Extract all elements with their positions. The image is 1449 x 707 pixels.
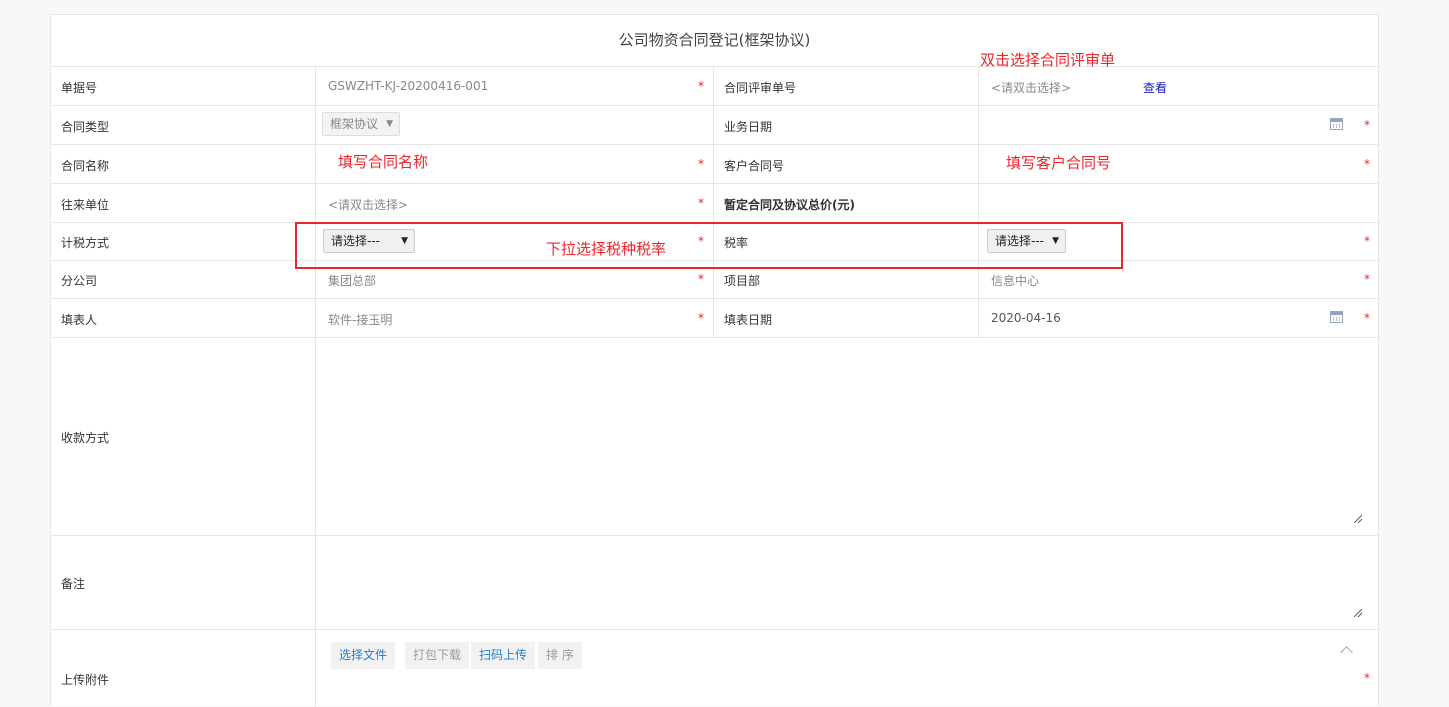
column-divider [978,66,979,337]
required-mark: * [698,157,704,171]
required-mark: * [1364,311,1370,325]
required-mark: * [1364,118,1370,132]
contract-type-label: 合同类型 [61,120,110,134]
contract-name-annotation: 填写合同名称 [338,153,429,171]
contract-name-label: 合同名称 [61,159,110,173]
chevron-up-icon[interactable] [1340,646,1353,659]
row-divider [51,183,1378,184]
project-dept-label: 项目部 [724,274,761,288]
required-mark: * [698,311,704,325]
business-date-input[interactable] [991,118,1331,134]
remarks-label: 备注 [61,577,86,591]
row-divider [51,337,1378,338]
counterparty-label: 往来单位 [61,198,110,212]
doc-no-value: GSWZHT-KJ-20200416-001 [328,79,489,93]
tax-highlight-box [295,222,1123,269]
resize-handle-icon[interactable] [1354,515,1362,523]
review-no-annotation: 双击选择合同评审单 [980,51,1116,69]
fill-date-input[interactable]: 2020-04-16 [991,311,1061,325]
business-date-label: 业务日期 [724,120,773,134]
project-dept-value[interactable]: 信息中心 [991,272,1039,289]
doc-no-label: 单据号 [61,81,98,95]
review-no-input[interactable]: <请双击选择> [991,79,1071,96]
customer-no-annotation: 填写客户合同号 [1006,154,1112,172]
column-divider [713,66,714,337]
row-divider [51,105,1378,106]
branch-label: 分公司 [61,274,98,288]
pack-download-button[interactable]: 打包下载 [405,642,470,669]
row-divider [51,535,1378,536]
payment-method-label: 收款方式 [61,431,110,445]
required-mark: * [1364,234,1370,248]
row-divider [51,298,1378,299]
form-title: 公司物资合同登记(框架协议) [51,15,1378,67]
row-divider [51,144,1378,145]
select-file-button[interactable]: 选择文件 [331,642,396,669]
review-no-label: 合同评审单号 [724,81,797,95]
scan-upload-button[interactable]: 扫码上传 [471,642,536,669]
fill-date-label: 填表日期 [724,313,773,327]
total-price-input[interactable] [991,189,1351,217]
branch-value[interactable]: 集团总部 [328,272,376,289]
required-mark: * [698,196,704,210]
customer-contract-no-label: 客户合同号 [724,159,785,173]
contract-type-select[interactable]: 框架协议 ▼ [322,112,400,136]
sort-button[interactable]: 排 序 [538,642,582,669]
chevron-down-icon: ▼ [386,119,393,129]
row-divider [51,629,1378,630]
remarks-textarea[interactable] [321,541,1367,621]
review-no-view-link[interactable]: 查看 [1143,79,1167,96]
required-mark: * [698,79,704,93]
required-mark: * [1364,272,1370,286]
contract-form: 公司物资合同登记(框架协议) 单据号 GSWZHT-KJ-20200416-00… [50,14,1379,707]
required-mark: * [1364,671,1370,685]
attachments-label: 上传附件 [61,673,110,687]
required-mark: * [698,272,704,286]
resize-handle-icon[interactable] [1354,609,1362,617]
calendar-icon[interactable] [1330,311,1343,323]
tax-method-label: 计税方式 [61,236,110,250]
total-price-label: 暂定合同及协议总价(元) [724,198,855,212]
calendar-icon[interactable] [1330,118,1343,130]
filler-value[interactable]: 软件-接玉明 [328,311,392,328]
filler-label: 填表人 [61,313,98,327]
required-mark: * [1364,157,1370,171]
column-divider [315,66,316,707]
payment-method-textarea[interactable] [321,343,1367,526]
contract-type-value: 框架协议 [330,117,379,131]
counterparty-input[interactable]: <请双击选择> [328,196,408,213]
